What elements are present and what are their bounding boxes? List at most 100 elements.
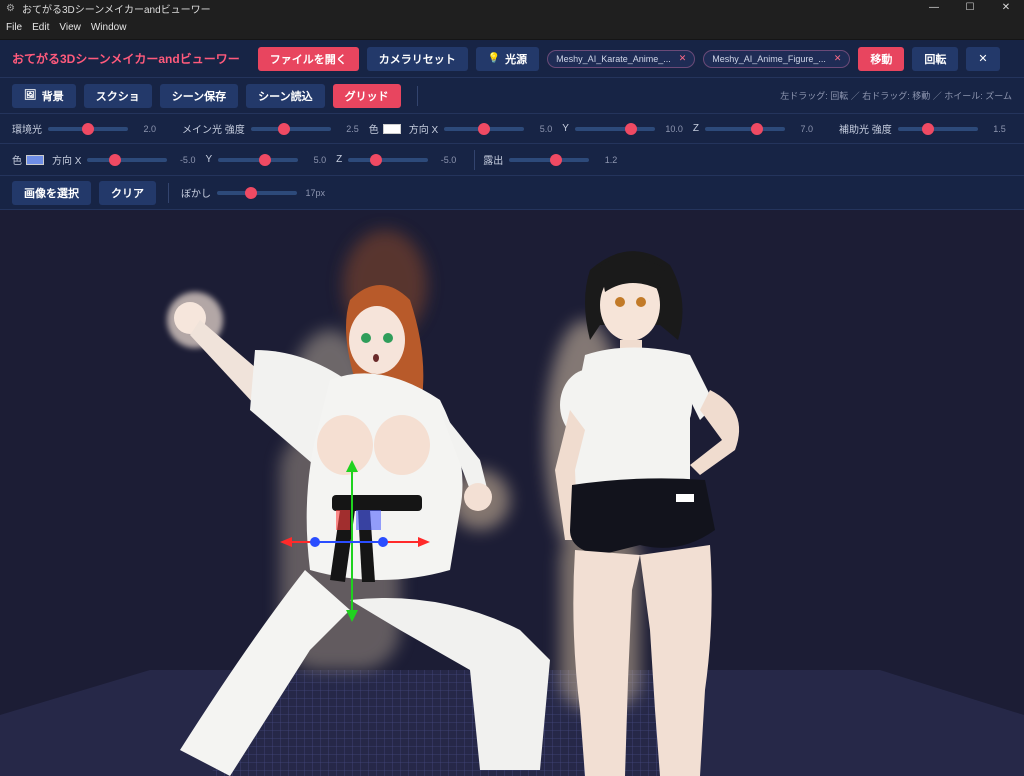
menu-bar: File Edit View Window xyxy=(0,16,1024,40)
background-button-label: 背景 xyxy=(41,90,64,103)
slider-thumb[interactable] xyxy=(245,186,258,199)
main-color-label: 色 xyxy=(368,125,379,136)
camera-reset-button[interactable]: カメラリセット xyxy=(366,46,468,71)
fill-dir-y-value: 5.0 xyxy=(313,154,327,165)
controls-hint: 左ドラッグ: 回転 ／ 右ドラッグ: 移動 ／ ホイール: ズーム xyxy=(780,91,1012,101)
menu-file[interactable]: File xyxy=(6,22,22,33)
fill-dir-x-control: 方向 X -5.0 xyxy=(52,152,205,167)
ambient-slider[interactable] xyxy=(48,122,128,135)
slider-thumb[interactable] xyxy=(549,153,562,166)
menu-window[interactable]: Window xyxy=(91,22,127,33)
main-dir-z-control: Z 7.0 xyxy=(692,122,823,135)
close-tab-icon[interactable]: ✕ xyxy=(679,53,687,64)
fill-dir-y-slider[interactable] xyxy=(218,153,299,166)
fill-dir-z-control: Z -5.0 xyxy=(336,153,466,166)
grid-toggle-button[interactable]: グリッド xyxy=(332,83,401,108)
fill-intensity-control: 補助光 強度 1.5 xyxy=(839,121,1016,136)
main-dir-z-value: 7.0 xyxy=(800,123,814,134)
title-bar: ⚙ おてがる3Dシーンメイカーandビューワー — ☐ ✕ xyxy=(0,0,1024,16)
blur-label: ぼかし xyxy=(181,189,211,200)
fill-intensity-slider[interactable] xyxy=(897,122,978,135)
3d-viewport[interactable] xyxy=(0,210,1024,776)
divider xyxy=(416,85,418,106)
image-icon: 🖼 xyxy=(24,90,37,101)
blur-slider[interactable] xyxy=(217,186,297,199)
slider-thumb[interactable] xyxy=(109,153,122,166)
main-color-control: 色 xyxy=(369,121,409,136)
open-file-button[interactable]: ファイルを開く xyxy=(257,46,359,71)
exposure-slider[interactable] xyxy=(509,153,590,166)
ambient-control: 環境光 2.0 xyxy=(12,121,166,136)
main-dir-x-slider[interactable] xyxy=(444,122,525,135)
file-tab-figure[interactable]: Meshy_AI_Anime_Figure_... ✕ xyxy=(703,49,851,68)
main-dir-y-label: Y xyxy=(562,123,569,134)
menu-edit[interactable]: Edit xyxy=(32,22,49,33)
fill-color-control: 色 xyxy=(12,152,52,167)
background-image-row: 画像を選択 クリア ぼかし 17px xyxy=(0,176,1024,210)
gizmo-plane-xy[interactable] xyxy=(336,510,350,530)
slider-thumb[interactable] xyxy=(922,122,935,135)
background-button[interactable]: 🖼 背景 xyxy=(12,83,76,108)
main-dir-z-slider[interactable] xyxy=(705,122,786,135)
light-button[interactable]: 💡 光源 xyxy=(475,46,540,71)
deselect-button[interactable]: ✕ xyxy=(966,46,1000,71)
gizmo-z-handle-a[interactable] xyxy=(310,537,320,547)
exposure-value: 1.2 xyxy=(604,154,618,165)
gizmo-z-handle-b[interactable] xyxy=(378,537,388,547)
fill-dir-x-slider[interactable] xyxy=(87,153,168,166)
main-dir-y-control: Y 10.0 xyxy=(562,122,693,135)
minimize-button[interactable]: — xyxy=(916,0,952,16)
main-dir-x-value: 5.0 xyxy=(539,123,553,134)
blur-control: ぼかし 17px xyxy=(181,185,335,200)
fill-dir-z-slider[interactable] xyxy=(348,153,429,166)
secondary-toolbar: 🖼 背景 スクショ シーン保存 シーン読込 グリッド 左ドラッグ: 回転 ／ 右ド… xyxy=(0,78,1024,114)
fill-dir-x-value: -5.0 xyxy=(179,154,196,165)
close-tab-icon[interactable]: ✕ xyxy=(834,53,842,64)
menu-view[interactable]: View xyxy=(59,22,81,33)
scene-load-button[interactable]: シーン読込 xyxy=(246,83,325,108)
slider-thumb[interactable] xyxy=(278,122,291,135)
main-dir-y-slider[interactable] xyxy=(574,122,655,135)
fill-dir-z-label: Z xyxy=(336,154,343,165)
blur-value: 17px xyxy=(305,187,325,198)
main-intensity-value: 2.5 xyxy=(346,123,359,134)
fill-dir-x-label: 方向 X xyxy=(52,156,82,167)
main-color-swatch[interactable] xyxy=(382,123,401,134)
viewport-canvas[interactable] xyxy=(0,210,1024,776)
exposure-control: 露出 1.2 xyxy=(483,152,627,167)
divider xyxy=(474,149,476,170)
maximize-button[interactable]: ☐ xyxy=(952,0,988,16)
main-dir-z-label: Z xyxy=(692,123,700,134)
main-intensity-slider[interactable] xyxy=(250,122,331,135)
main-dir-y-value: 10.0 xyxy=(665,123,683,134)
fill-intensity-value: 1.5 xyxy=(993,123,1006,134)
file-tab-karate[interactable]: Meshy_AI_Karate_Anime_... ✕ xyxy=(547,49,696,68)
slider-thumb[interactable] xyxy=(751,122,764,135)
move-mode-button[interactable]: 移動 xyxy=(858,46,905,71)
main-dir-x-label: 方向 X xyxy=(408,125,439,136)
window-title: おてがる3Dシーンメイカーandビューワー xyxy=(22,4,211,16)
fill-intensity-label: 補助光 強度 xyxy=(839,125,892,136)
divider xyxy=(168,182,169,203)
slider-thumb[interactable] xyxy=(82,122,94,135)
slider-thumb[interactable] xyxy=(478,122,491,135)
slider-thumb[interactable] xyxy=(258,153,271,166)
clear-image-button[interactable]: クリア xyxy=(99,180,156,205)
fill-color-swatch[interactable] xyxy=(26,154,44,165)
window-close-button[interactable]: ✕ xyxy=(988,0,1024,16)
scene-save-button[interactable]: シーン保存 xyxy=(159,83,239,108)
ambient-label: 環境光 xyxy=(12,125,42,136)
fill-dir-z-value: -5.0 xyxy=(440,154,457,165)
gizmo-plane-xz[interactable] xyxy=(356,510,381,530)
ambient-value: 2.0 xyxy=(143,123,156,134)
select-image-button[interactable]: 画像を選択 xyxy=(12,180,91,205)
slider-thumb[interactable] xyxy=(624,122,637,135)
lighting-row-1: 環境光 2.0 メイン光 強度 2.5 色 方向 X 5.0 Y 10.0 Z … xyxy=(0,114,1024,144)
light-button-label: 光源 xyxy=(505,53,528,66)
file-tab-label: Meshy_AI_Karate_Anime_... xyxy=(556,53,671,64)
screenshot-button[interactable]: スクショ xyxy=(83,83,152,108)
slider-thumb[interactable] xyxy=(370,153,383,166)
fill-dir-y-label: Y xyxy=(205,154,213,165)
main-intensity-control: メイン光 強度 2.5 xyxy=(182,121,369,136)
rotate-mode-button[interactable]: 回転 xyxy=(912,46,959,71)
